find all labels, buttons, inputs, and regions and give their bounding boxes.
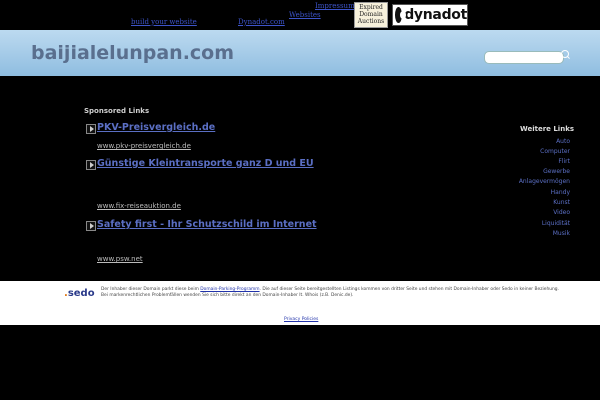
sponsored-links-heading: Sponsored Links	[84, 107, 150, 115]
ad-title-3[interactable]: Safety first - Ihr Schutzschild im Inter…	[97, 219, 317, 230]
related-link-musik[interactable]: Musik	[553, 230, 570, 237]
expired-badge-line2: Domain	[359, 11, 383, 18]
dynadot-logo-text: dynadot	[404, 7, 467, 23]
main-content: Sponsored Links PKV-Preisvergleich.de ww…	[0, 76, 600, 281]
bottom-area	[0, 325, 600, 400]
ad-arrow-icon[interactable]	[86, 124, 96, 134]
search-input[interactable]	[484, 51, 564, 64]
related-link-anlagevermoegen[interactable]: Anlagevermögen	[519, 178, 570, 185]
dynadot-mark-icon	[395, 7, 407, 23]
ad-url-2[interactable]: www.fix-reiseauktion.de	[97, 202, 181, 210]
websites-link[interactable]: Websites	[289, 11, 321, 19]
top-bar: Impressum Websites build your website Dy…	[0, 0, 600, 30]
expired-badge-line1: Expired	[359, 4, 383, 11]
footer: .sedo Der Inhaber dieser Domain parkt di…	[0, 281, 600, 325]
site-title: baijialelunpan.com	[31, 42, 235, 64]
impressum-link[interactable]: Impressum	[315, 2, 355, 10]
footer-text-part1: Der Inhaber dieser Domain parkt diese be…	[101, 287, 201, 292]
privacy-policies-link[interactable]: Privacy Policies	[284, 317, 318, 322]
expired-domain-auctions-badge[interactable]: Expired Domain Auctions	[354, 2, 388, 28]
ad-url-3[interactable]: www.psw.net	[97, 255, 143, 263]
related-link-liquiditaet[interactable]: Liquidität	[542, 220, 570, 227]
sedo-logo-text: sedo	[67, 288, 95, 299]
ad-title-2[interactable]: Günstige Kleintransporte ganz D und EU	[97, 158, 314, 169]
header-band: baijialelunpan.com	[0, 30, 600, 76]
build-website-link[interactable]: build your website	[131, 18, 197, 26]
weitere-links-heading: Weitere Links	[520, 125, 575, 133]
related-link-gewerbe[interactable]: Gewerbe	[543, 168, 570, 175]
related-link-kunst[interactable]: Kunst	[553, 199, 570, 206]
footer-disclaimer: Der Inhaber dieser Domain parkt diese be…	[101, 287, 561, 299]
ad-url-1[interactable]: www.pkv-preisvergleich.de	[97, 142, 191, 150]
ad-title-1[interactable]: PKV-Preisvergleich.de	[97, 122, 215, 133]
related-link-video[interactable]: Video	[553, 209, 570, 216]
related-link-handy[interactable]: Handy	[551, 189, 570, 196]
related-link-auto[interactable]: Auto	[556, 138, 570, 145]
expired-badge-line3: Auctions	[357, 18, 385, 25]
sedo-logo[interactable]: .sedo	[64, 288, 95, 299]
search-icon[interactable]	[560, 49, 570, 61]
related-link-computer[interactable]: Computer	[540, 148, 570, 155]
domain-parking-link[interactable]: Domain-Parking-Programm	[200, 287, 259, 292]
ad-arrow-icon[interactable]	[86, 221, 96, 231]
ad-arrow-icon[interactable]	[86, 160, 96, 170]
related-link-flirt[interactable]: Flirt	[558, 158, 570, 165]
dynadot-logo[interactable]: dynadot	[392, 4, 468, 26]
dynadot-link[interactable]: Dynadot.com	[238, 18, 285, 26]
